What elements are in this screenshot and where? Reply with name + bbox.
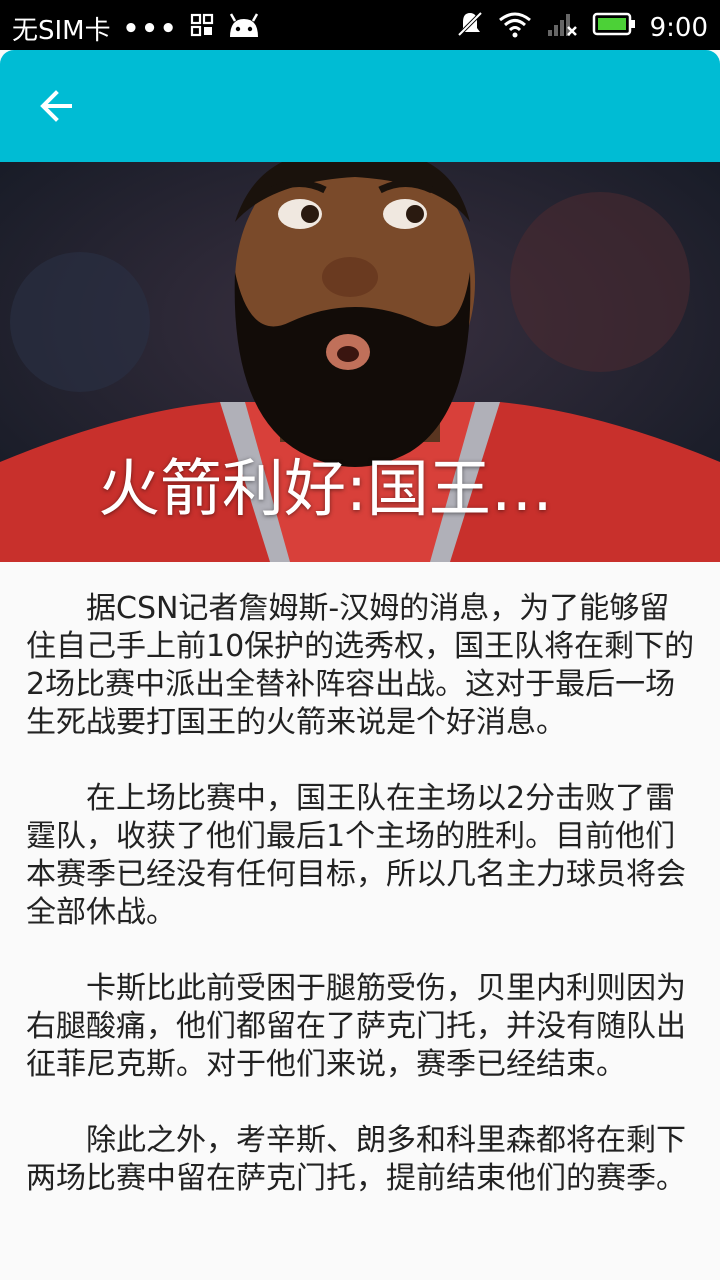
article-paragraph: 在上场比赛中，国王队在主场以2分击败了雷霆队，收获了他们最后1个主场的胜利。目前… (26, 781, 686, 930)
battery-icon (592, 11, 636, 44)
article-paragraph: 据CSN记者詹姆斯-汉姆的消息，为了能够留住自己手上前10保护的选秀权，国王队将… (26, 591, 695, 740)
article-body: 据CSN记者詹姆斯-汉姆的消息，为了能够留住自己手上前10保护的选秀权，国王队将… (26, 590, 698, 1236)
app-bar (0, 50, 720, 162)
arrow-back-icon (40, 90, 72, 122)
signal-no-sim-icon (546, 10, 578, 45)
status-bar: 无SIM卡 ••• 9:00 (0, 0, 720, 50)
status-bar-left: 无SIM卡 ••• (12, 10, 262, 47)
grid-app-icon (190, 13, 214, 44)
article-paragraph: 卡斯比此前受困于腿筋受伤，贝里内利则因为右腿酸痛，他们都留在了萨克门托，并没有随… (26, 971, 686, 1082)
back-button[interactable] (26, 78, 86, 134)
notifications-off-icon (456, 10, 484, 45)
android-icon (226, 11, 262, 46)
wifi-icon (498, 10, 532, 45)
article-title: 火箭利好:国王… (98, 452, 553, 525)
carrier-label: 无SIM卡 (12, 16, 111, 46)
article-paragraph: 除此之外，考辛斯、朗多和科里森都将在剩下两场比赛中留在萨克门托，提前结束他们的赛… (26, 1123, 686, 1196)
clock: 9:00 (649, 12, 708, 43)
more-notifications-icon: ••• (122, 13, 179, 44)
status-bar-right: 9:00 (456, 10, 708, 45)
